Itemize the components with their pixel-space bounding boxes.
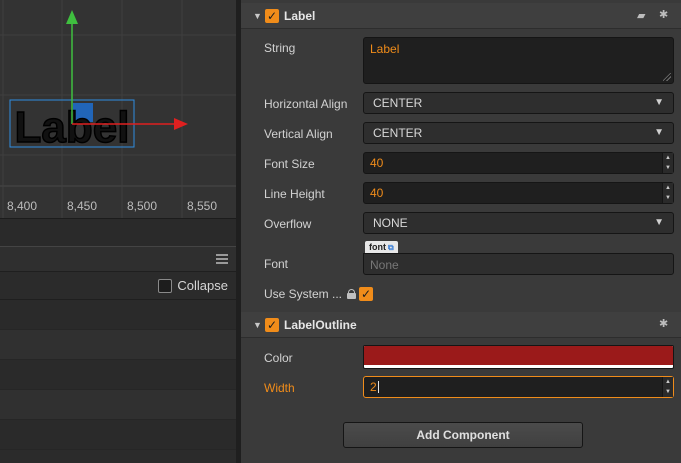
collapse-label: Collapse — [177, 278, 228, 293]
string-value: Label — [370, 42, 400, 56]
component-title: Label — [284, 8, 316, 23]
stepper-down-icon[interactable]: ▼ — [663, 387, 673, 397]
external-link-icon[interactable]: ⧉ — [388, 243, 394, 252]
input-value: 40 — [370, 156, 384, 170]
use-system-font-checkbox[interactable]: ✓ — [359, 287, 373, 301]
list-item[interactable] — [0, 330, 236, 360]
number-stepper[interactable]: ▲ ▼ — [662, 153, 673, 173]
label-component-header[interactable]: ▼ ✓ Label ▰ ✱ — [241, 3, 681, 29]
chevron-down-icon: ▼ — [654, 217, 664, 228]
expand-arrow-icon[interactable]: ▼ — [253, 320, 262, 330]
prop-label-vertical-align: Vertical Align — [264, 127, 333, 141]
prop-label-use-system-font: Use System ... — [264, 287, 343, 301]
collapse-checkbox[interactable] — [158, 278, 173, 293]
string-textarea[interactable]: Label — [363, 37, 674, 84]
list-item[interactable] — [0, 300, 236, 330]
chevron-down-icon: ▼ — [654, 127, 664, 138]
list-item[interactable] — [0, 360, 236, 390]
resize-grip-icon[interactable] — [663, 73, 671, 81]
prop-label-overflow: Overflow — [264, 217, 312, 231]
ruler-tick: 8,450 — [67, 199, 98, 213]
panel-toolbar: Collapse — [0, 272, 236, 300]
ruler-tick: 8,400 — [7, 199, 38, 213]
gear-icon[interactable]: ✱ — [659, 8, 668, 21]
font-asset-field[interactable]: None — [363, 253, 674, 275]
prop-label-string: String — [264, 41, 296, 55]
vertical-align-select[interactable]: CENTER ▼ — [363, 122, 674, 144]
font-tag-text: font — [369, 242, 386, 252]
panel-header — [0, 246, 236, 272]
bottom-panel: Collapse — [0, 246, 236, 463]
labeloutline-component-header[interactable]: ▼ ✓ LabelOutline ✱ — [241, 312, 681, 338]
labeloutline-enabled-checkbox[interactable]: ✓ — [265, 317, 279, 332]
ruler-tick: 8,500 — [127, 199, 158, 213]
chevron-down-icon: ▼ — [654, 97, 664, 108]
scene-viewport[interactable]: Label 8,400 8,450 8,500 8,550 — [0, 0, 236, 218]
stepper-up-icon[interactable]: ▲ — [663, 153, 673, 163]
prop-label-color: Color — [264, 351, 293, 365]
scene-canvas: Label — [0, 0, 236, 218]
overflow-select[interactable]: NONE ▼ — [363, 212, 674, 234]
prop-label-font-size: Font Size — [264, 157, 315, 171]
gizmo-x-arrow-icon — [174, 118, 188, 130]
list-item[interactable] — [0, 390, 236, 420]
prop-label-horizontal-align: Horizontal Align — [264, 97, 348, 111]
add-component-button[interactable]: Add Component — [343, 422, 583, 448]
list-item[interactable] — [0, 420, 236, 450]
font-value: None — [370, 258, 399, 272]
outline-color-picker[interactable] — [363, 345, 674, 369]
component-title: LabelOutline — [284, 317, 357, 332]
input-value: 2 — [370, 380, 377, 394]
stepper-up-icon[interactable]: ▲ — [663, 183, 673, 193]
font-asset-tag: font ⧉ — [365, 241, 398, 253]
font-size-input[interactable]: 40 ▲ ▼ — [363, 152, 674, 174]
select-value: CENTER — [373, 126, 423, 140]
prop-label-width: Width — [264, 381, 295, 395]
text-cursor — [377, 381, 379, 393]
expand-arrow-icon[interactable]: ▼ — [253, 11, 262, 21]
label-enabled-checkbox[interactable]: ✓ — [265, 8, 279, 23]
inspector-panel: ▼ ✓ Label ▰ ✱ String Label Horizontal Al… — [241, 0, 681, 463]
number-stepper[interactable]: ▲ ▼ — [662, 377, 673, 397]
select-value: NONE — [373, 216, 408, 230]
stepper-up-icon[interactable]: ▲ — [663, 377, 673, 387]
prop-label-line-height: Line Height — [264, 187, 325, 201]
hamburger-menu-icon[interactable] — [216, 254, 228, 264]
select-value: CENTER — [373, 96, 423, 110]
scene-status-bar — [0, 218, 236, 246]
ruler-tick: 8,550 — [187, 199, 218, 213]
outline-width-input[interactable]: 2 ▲ ▼ — [363, 376, 674, 398]
input-value: 40 — [370, 186, 384, 200]
stepper-down-icon[interactable]: ▼ — [663, 193, 673, 203]
gizmo-y-arrow-icon — [66, 10, 78, 24]
collapse-toggle[interactable]: Collapse — [158, 278, 228, 293]
line-height-input[interactable]: 40 ▲ ▼ — [363, 182, 674, 204]
number-stepper[interactable]: ▲ ▼ — [662, 183, 673, 203]
gear-icon[interactable]: ✱ — [659, 317, 668, 330]
book-icon[interactable]: ▰ — [637, 9, 645, 22]
stepper-down-icon[interactable]: ▼ — [663, 163, 673, 173]
color-swatch — [364, 346, 673, 365]
horizontal-align-select[interactable]: CENTER ▼ — [363, 92, 674, 114]
lock-icon — [347, 289, 356, 299]
prop-label-font: Font — [264, 257, 289, 271]
